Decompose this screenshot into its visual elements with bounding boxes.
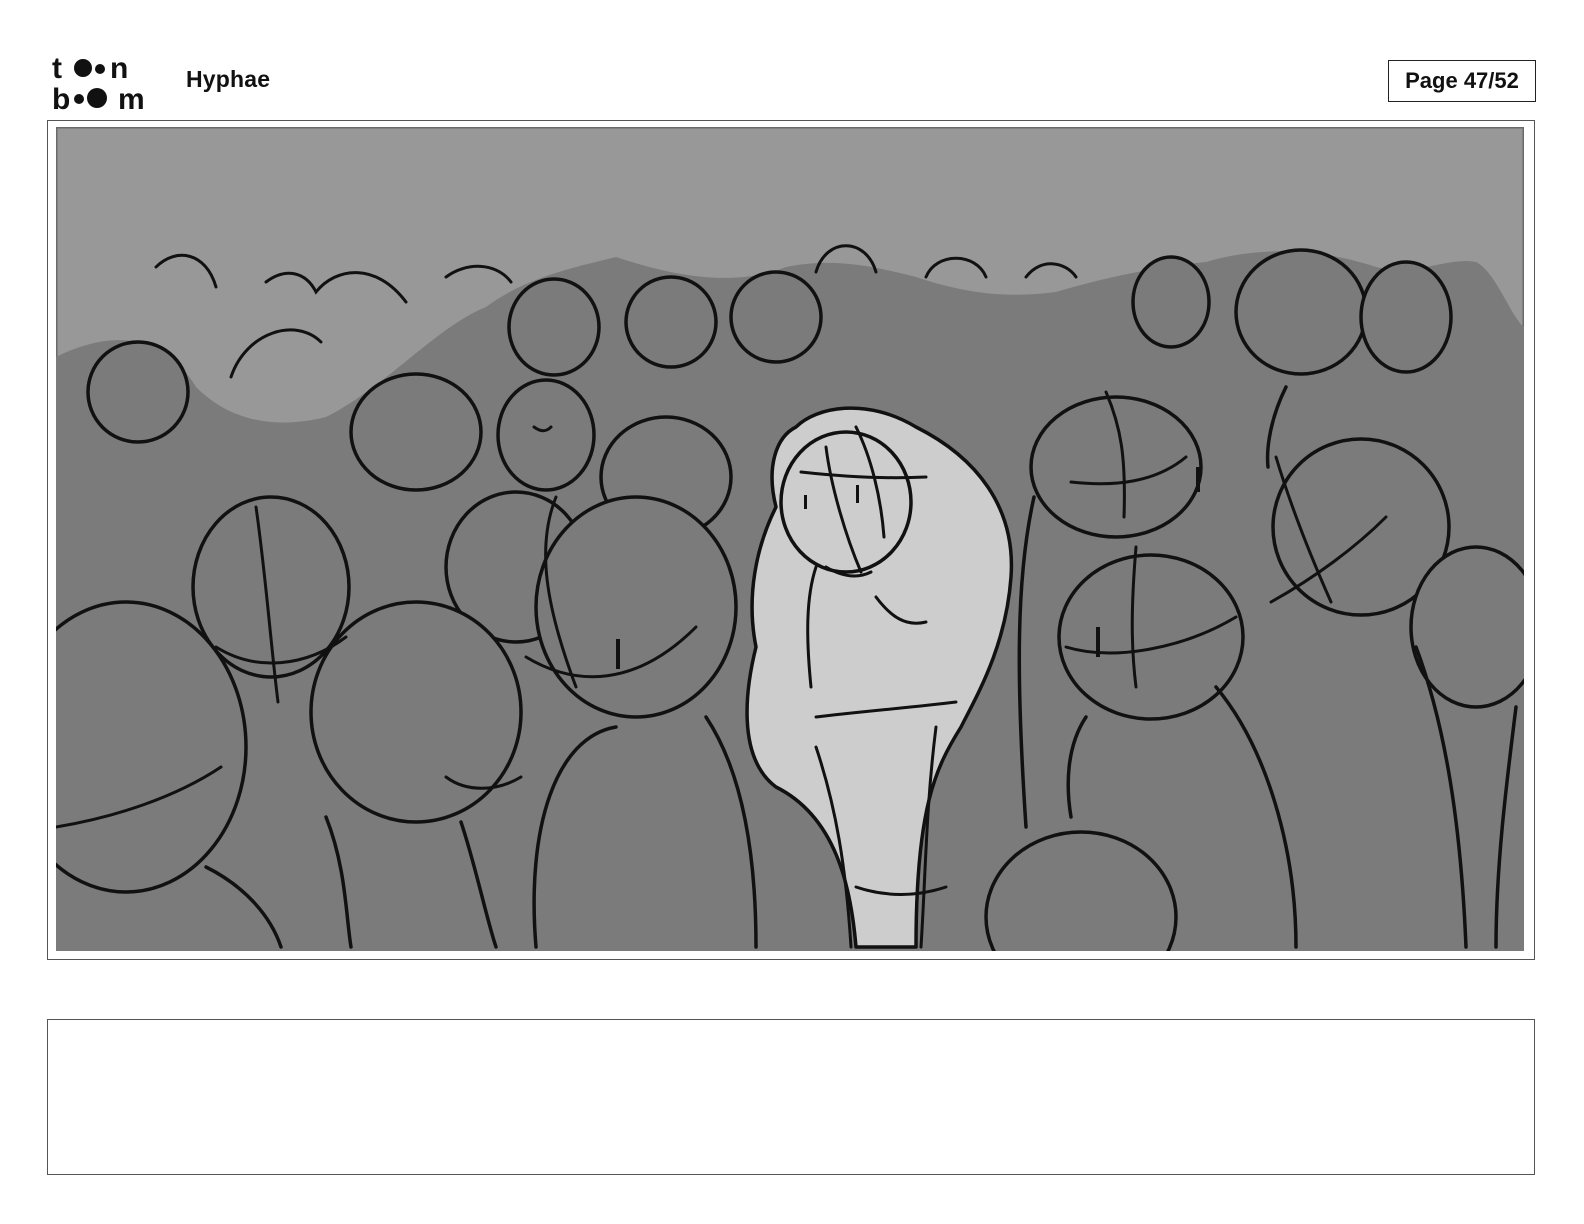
panel-sketch-crowd [56,127,1524,951]
svg-text:n: n [110,52,128,85]
page-indicator-label: Page 47/52 [1405,68,1519,93]
svg-text:b: b [52,83,70,112]
storyboard-panel [47,120,1535,960]
caption-box [47,1019,1535,1175]
toon-boom-logo: t n b m [52,52,145,112]
svg-text:t: t [52,52,62,85]
svg-text:m: m [118,83,145,112]
page-indicator: Page 47/52 [1388,60,1536,102]
project-title: Hyphae [186,66,271,92]
